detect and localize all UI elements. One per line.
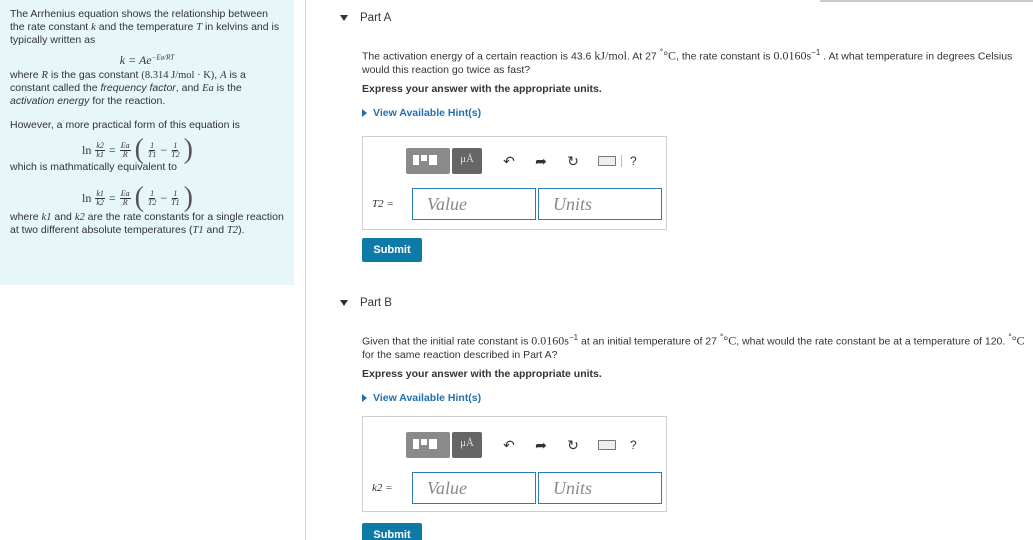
reset-icon[interactable]: ↻	[562, 435, 584, 455]
reset-icon[interactable]: ↻	[562, 151, 584, 171]
part-b-field-row: k2 = Value Units	[372, 472, 662, 504]
part-b-hint-link[interactable]: View Available Hint(s)	[362, 392, 481, 404]
rate-constants-text: where k1 and k2 are the rate constants f…	[10, 211, 284, 236]
t2-label: T2 =	[372, 198, 394, 210]
part-b-value-input[interactable]: Value	[412, 472, 536, 504]
part-a-hint-link[interactable]: View Available Hint(s)	[362, 107, 481, 119]
part-a-express: Express your answer with the appropriate…	[362, 83, 602, 95]
part-a-header[interactable]: Part A	[340, 12, 391, 24]
info-panel: The Arrhenius equation shows the relatio…	[0, 0, 294, 285]
collapse-triangle-icon[interactable]	[340, 15, 348, 21]
arrhenius-equation: k = Ae−Ea/RT	[119, 53, 175, 67]
undo-icon[interactable]: ↶	[498, 435, 520, 455]
toolbar-separator	[621, 155, 622, 167]
part-b-submit-button[interactable]: Submit	[362, 523, 422, 540]
equivalent-text: which is mathmatically equivalent to	[10, 161, 177, 173]
part-a-toolbar: μÅ ↶ ➦ ↻ ?	[406, 148, 637, 174]
part-a-question: The activation energy of a certain react…	[362, 47, 1013, 76]
panel-divider	[305, 0, 306, 540]
help-icon[interactable]: ?	[630, 154, 637, 168]
redo-icon[interactable]: ➦	[530, 151, 552, 171]
k2-label: k2 =	[372, 482, 393, 494]
undo-icon[interactable]: ↶	[498, 151, 520, 171]
collapse-triangle-icon[interactable]	[340, 300, 348, 306]
part-b-express: Express your answer with the appropriate…	[362, 368, 602, 380]
templates-button[interactable]	[406, 432, 450, 458]
part-a-title: Part A	[360, 12, 392, 24]
expand-triangle-icon	[362, 394, 367, 402]
keyboard-icon[interactable]	[598, 440, 616, 450]
equation-equivalent: ln k1 k2 = Ea R ( 1 T2 − 1 T1 )	[82, 182, 193, 213]
units-symbol-button[interactable]: μÅ	[452, 432, 482, 458]
part-b-toolbar: μÅ ↶ ➦ ↻ ?	[406, 432, 637, 458]
templates-button[interactable]	[406, 148, 450, 174]
part-b-units-input[interactable]: Units	[538, 472, 662, 504]
part-b-header[interactable]: Part B	[340, 297, 392, 309]
redo-icon[interactable]: ➦	[530, 435, 552, 455]
gas-constant-text: where R is the gas constant (8.314 J/mol…	[10, 69, 246, 107]
part-b-title: Part B	[360, 297, 392, 309]
part-b-question: Given that the initial rate constant is …	[362, 332, 1025, 361]
top-edge-line	[820, 0, 1033, 2]
practical-form-text: However, a more practical form of this e…	[10, 119, 240, 131]
keyboard-icon[interactable]	[598, 156, 616, 166]
part-a-field-row: T2 = Value Units	[372, 188, 662, 220]
part-a-units-input[interactable]: Units	[538, 188, 662, 220]
expand-triangle-icon	[362, 109, 367, 117]
part-a-value-input[interactable]: Value	[412, 188, 536, 220]
units-symbol-button[interactable]: μÅ	[452, 148, 482, 174]
intro-text: The Arrhenius equation shows the relatio…	[10, 8, 280, 46]
help-icon[interactable]: ?	[630, 438, 637, 452]
part-a-submit-button[interactable]: Submit	[362, 238, 422, 262]
